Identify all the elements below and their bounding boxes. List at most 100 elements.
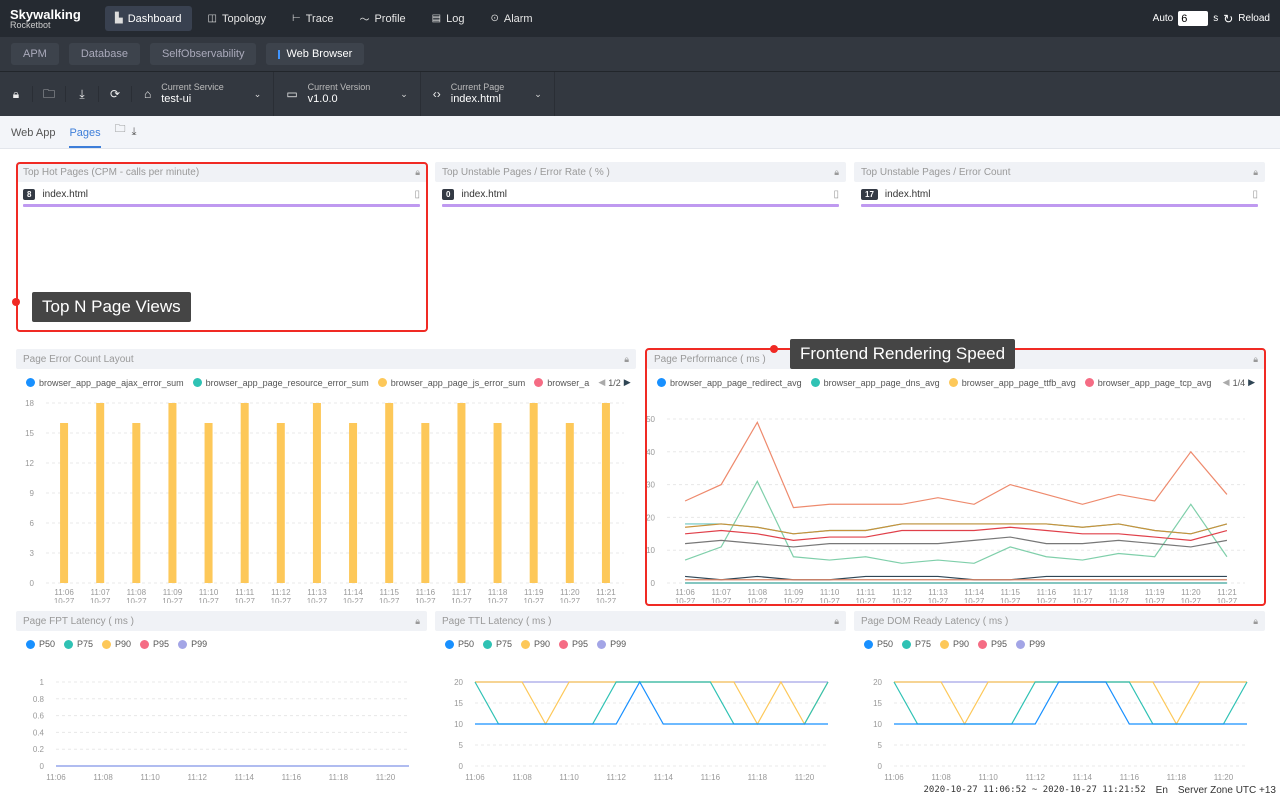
callout-marker <box>770 345 778 353</box>
y-tick-label: 9 <box>30 489 35 498</box>
legend-item[interactable]: browser_app_page_tcp_avg <box>1084 378 1211 388</box>
nav-dashboard[interactable]: ▙ Dashboard <box>105 6 192 31</box>
x-tick-label: 11:20 10-27 <box>1181 588 1202 603</box>
nav-alarm[interactable]: ⊙ Alarm <box>480 6 542 31</box>
lock-icon[interactable]: 🔒︎ <box>834 616 839 627</box>
y-tick-label: 5 <box>878 741 883 750</box>
nav-topology[interactable]: ◫ Topology <box>198 6 277 31</box>
lock-icon[interactable]: 🔒︎ <box>1253 167 1258 178</box>
version-selector[interactable]: ▭ Current Version v1.0.0 ⌄ <box>274 72 421 116</box>
legend-item[interactable]: browser_app_page_ttfb_avg <box>948 378 1076 388</box>
page-performance-panel: Page Performance ( ms ) 🔒︎ browser_app_pa… <box>647 349 1265 604</box>
nav-label: Dashboard <box>127 12 182 25</box>
refresh-icon[interactable]: ⟳ <box>99 86 132 102</box>
dashboard-tab-database[interactable]: Database <box>68 43 140 65</box>
lock-icon[interactable]: 🔒︎ <box>1253 354 1258 365</box>
time-range[interactable]: 2020-10-27 11:06:52 ~ 2020-10-27 11:21:5… <box>923 785 1145 795</box>
lock-icon[interactable]: 🔒︎ <box>0 86 33 102</box>
legend-item[interactable]: browser_app_page_js_error_sum <box>377 378 525 388</box>
x-tick-label: 11:14 <box>235 773 255 782</box>
clipboard-icon[interactable]: ▯ <box>414 189 420 200</box>
x-tick-label: 11:06 <box>46 773 66 782</box>
chart-legend: P50 P75 P90 P95 P99 <box>854 631 1265 657</box>
legend-item[interactable]: P95 <box>978 639 1007 649</box>
legend-label: browser_app_page_dns_avg <box>823 377 940 388</box>
value-badge: 8 <box>23 189 36 200</box>
dashboard-tab-selfobservability[interactable]: SelfObservability <box>149 43 257 65</box>
x-tick-label: 11:13 10-27 <box>307 588 328 603</box>
nav-log[interactable]: ▤ Log <box>422 6 475 31</box>
y-tick-label: 0.6 <box>33 712 45 721</box>
legend-item[interactable]: P95 <box>559 639 588 649</box>
legend-item[interactable]: P95 <box>140 639 169 649</box>
legend-item[interactable]: browser_a <box>534 378 589 388</box>
next-page-icon[interactable]: ▶ <box>624 377 631 388</box>
download-icon[interactable]: ⤓ <box>66 86 99 102</box>
dashboard-tab-apm[interactable]: APM <box>11 43 59 65</box>
list-item[interactable]: 0 index.html ▯ <box>435 182 846 200</box>
y-tick-label: 1 <box>40 678 45 687</box>
folder-icon[interactable]: 🗀 <box>33 86 66 102</box>
list-item[interactable]: 8 index.html ▯ <box>16 182 427 200</box>
x-tick-label: 11:12 <box>187 773 207 782</box>
panel-title: Page FPT Latency ( ms ) <box>23 615 134 627</box>
nav-profile[interactable]: 〜 Profile <box>349 6 415 31</box>
y-tick-label: 15 <box>454 699 463 708</box>
dashboard-tab-web-browser[interactable]: Web Browser <box>266 43 365 65</box>
page-value: index.html <box>450 92 501 105</box>
clipboard-icon[interactable]: ▯ <box>833 189 839 200</box>
legend-item[interactable]: P75 <box>64 639 93 649</box>
page-performance-chart: 0 10 20 30 40 50 11:06 10-27 11:07 10-27 11:08 10-2… <box>647 415 1245 603</box>
y-tick-label: 0.8 <box>33 695 45 704</box>
reload-button[interactable]: Reload <box>1238 13 1270 24</box>
list-item[interactable]: 17 index.html ▯ <box>854 182 1265 200</box>
legend-item[interactable]: P90 <box>102 639 131 649</box>
auto-refresh-toggle[interactable]: Auto <box>1153 13 1174 24</box>
legend-item[interactable]: P50 <box>445 639 474 649</box>
service-selector[interactable]: ⌂ Current Service test-ui ⌄ <box>132 72 275 116</box>
legend-item[interactable]: P99 <box>597 639 626 649</box>
prev-page-icon[interactable]: ◀ <box>598 377 605 388</box>
legend-label: P99 <box>191 639 208 649</box>
legend-item[interactable]: browser_app_page_resource_error_sum <box>192 378 369 388</box>
legend-item[interactable]: P99 <box>1016 639 1045 649</box>
clipboard-icon[interactable]: ▯ <box>1252 189 1258 200</box>
legend-item[interactable]: P75 <box>902 639 931 649</box>
lock-icon[interactable]: 🔒︎ <box>834 167 839 178</box>
legend-dot <box>377 378 387 387</box>
legend-item[interactable]: P99 <box>178 639 207 649</box>
server-zone[interactable]: Server Zone UTC +13 <box>1178 785 1276 796</box>
legend-label: browser_a <box>547 377 590 388</box>
legend-item[interactable]: P90 <box>521 639 550 649</box>
download-icon[interactable]: ⤓ <box>132 126 137 148</box>
lock-icon[interactable]: 🔒︎ <box>1253 616 1258 627</box>
lock-icon[interactable]: 🔒︎ <box>624 354 629 365</box>
nav-trace[interactable]: ⊢ Trace <box>282 6 343 31</box>
x-tick-label: 11:08 10-27 <box>747 588 768 603</box>
bar <box>132 423 141 583</box>
page-selector[interactable]: ‹› Current Page index.html ⌄ <box>421 72 555 116</box>
refresh-interval-input[interactable] <box>1178 11 1209 26</box>
next-page-icon[interactable]: ▶ <box>1248 377 1255 388</box>
legend-item[interactable]: browser_app_page_dns_avg <box>810 377 940 388</box>
service-label: Current Service <box>161 82 224 92</box>
service-value: test-ui <box>161 92 192 105</box>
chevron-down-icon: ⌄ <box>400 88 408 99</box>
legend-item[interactable]: P50 <box>26 639 55 649</box>
reload-icon[interactable]: ↻ <box>1223 12 1233 26</box>
legend-item[interactable]: browser_app_page_ajax_error_sum <box>26 378 184 388</box>
legend-item[interactable]: P50 <box>864 639 893 649</box>
lock-icon[interactable]: 🔒︎ <box>415 616 420 627</box>
language-toggle[interactable]: En <box>1156 785 1168 796</box>
tab-web-app[interactable]: Web App <box>11 127 55 148</box>
lock-icon[interactable]: 🔒︎ <box>415 167 420 178</box>
legend-item[interactable]: P75 <box>483 639 512 649</box>
legend-item[interactable]: browser_app_page_redirect_avg <box>657 378 802 388</box>
prev-page-icon[interactable]: ◀ <box>1223 377 1230 388</box>
legend-dot <box>1016 639 1026 649</box>
legend-item[interactable]: P90 <box>940 639 969 649</box>
folder-icon[interactable]: 🗀 <box>115 120 126 148</box>
tab-pages[interactable]: Pages <box>69 127 101 148</box>
chart-legend: P50 P75 P90 P95 P99 <box>16 631 427 657</box>
service-icon: ⌂ <box>144 87 152 101</box>
